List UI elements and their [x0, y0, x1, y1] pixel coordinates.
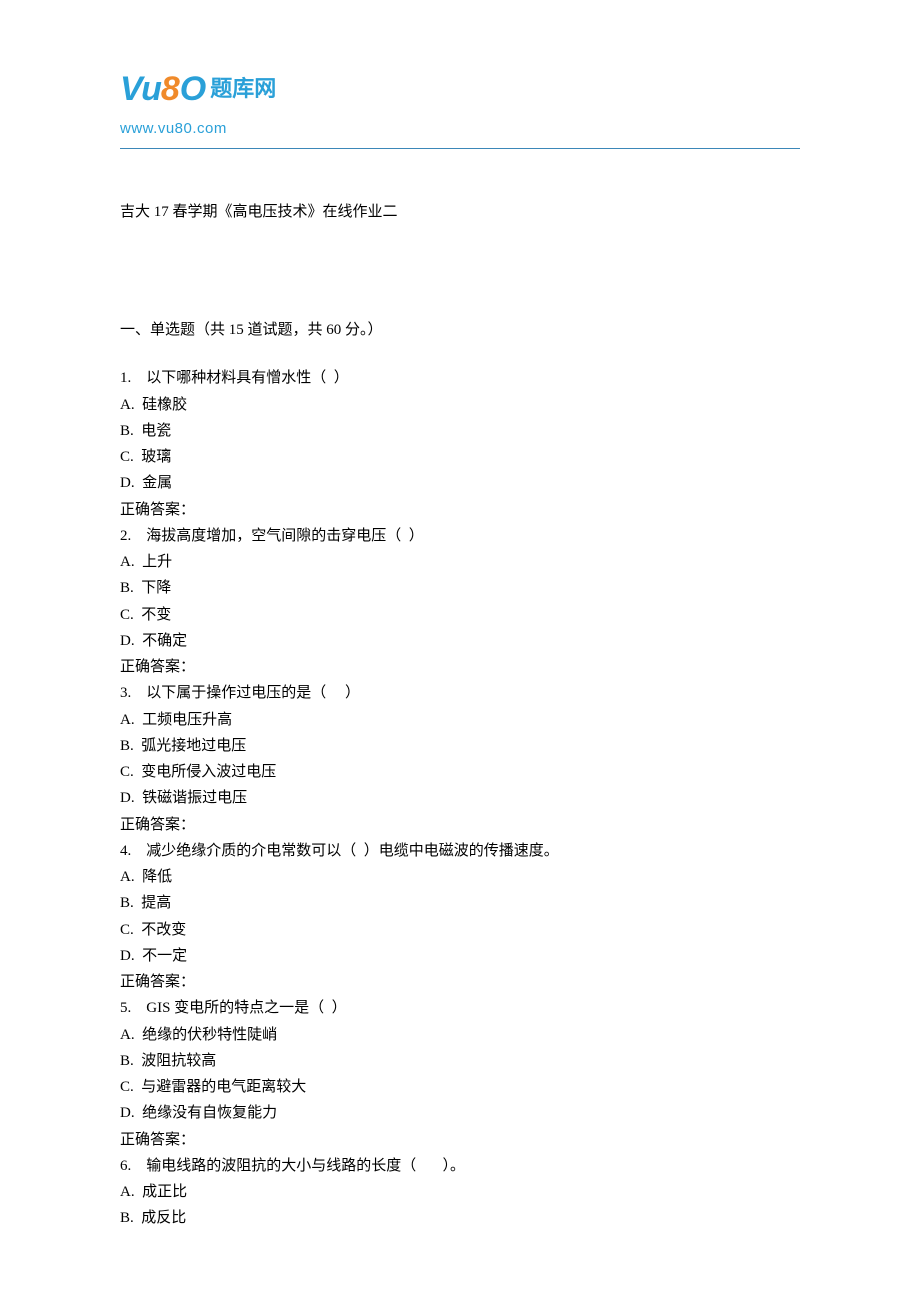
- option: C. 不改变: [120, 917, 800, 943]
- question-stem: 3. 以下属于操作过电压的是（ ）: [120, 680, 800, 706]
- question-5: 5. GIS 变电所的特点之一是（ ） A. 绝缘的伏秒特性陡峭 B. 波阻抗较…: [120, 995, 800, 1153]
- option: C. 变电所侵入波过电压: [120, 759, 800, 785]
- option: D. 不确定: [120, 628, 800, 654]
- option: C. 玻璃: [120, 444, 800, 470]
- logo-text-8: 8: [161, 60, 180, 120]
- option: B. 电瓷: [120, 418, 800, 444]
- option: D. 不一定: [120, 943, 800, 969]
- logo-url: www.vu80.com: [120, 116, 800, 142]
- question-4: 4. 减少绝缘介质的介电常数可以（ ）电缆中电磁波的传播速度。 A. 降低 B.…: [120, 838, 800, 996]
- logo-block: Vu8O 题库网 www.vu80.com: [120, 60, 800, 142]
- option: A. 上升: [120, 549, 800, 575]
- document-page: Vu8O 题库网 www.vu80.com 吉大 17 春学期《高电压技术》在线…: [0, 0, 920, 1272]
- option: C. 不变: [120, 602, 800, 628]
- logo-text-o: O: [180, 60, 206, 120]
- option: A. 工频电压升高: [120, 707, 800, 733]
- questions-container: 1. 以下哪种材料具有憎水性（ ） A. 硅橡胶 B. 电瓷 C. 玻璃 D. …: [120, 365, 800, 1231]
- option: A. 降低: [120, 864, 800, 890]
- logo-row: Vu8O 题库网: [120, 60, 800, 120]
- logo-text-vu: Vu: [120, 60, 161, 120]
- answer-label: 正确答案：: [120, 497, 800, 523]
- section-header: 一、单选题（共 15 道试题，共 60 分。）: [120, 317, 800, 343]
- option: A. 硅橡胶: [120, 392, 800, 418]
- option: D. 绝缘没有自恢复能力: [120, 1100, 800, 1126]
- answer-label: 正确答案：: [120, 969, 800, 995]
- option: B. 成反比: [120, 1205, 800, 1231]
- option: B. 波阻抗较高: [120, 1048, 800, 1074]
- question-stem: 5. GIS 变电所的特点之一是（ ）: [120, 995, 800, 1021]
- answer-label: 正确答案：: [120, 1127, 800, 1153]
- question-3: 3. 以下属于操作过电压的是（ ） A. 工频电压升高 B. 弧光接地过电压 C…: [120, 680, 800, 838]
- question-2: 2. 海拔高度增加，空气间隙的击穿电压（ ） A. 上升 B. 下降 C. 不变…: [120, 523, 800, 681]
- divider: [120, 148, 800, 149]
- option: A. 成正比: [120, 1179, 800, 1205]
- document-title: 吉大 17 春学期《高电压技术》在线作业二: [120, 199, 800, 225]
- option: B. 弧光接地过电压: [120, 733, 800, 759]
- option: D. 金属: [120, 470, 800, 496]
- option: C. 与避雷器的电气距离较大: [120, 1074, 800, 1100]
- answer-label: 正确答案：: [120, 812, 800, 838]
- question-stem: 4. 减少绝缘介质的介电常数可以（ ）电缆中电磁波的传播速度。: [120, 838, 800, 864]
- question-6: 6. 输电线路的波阻抗的大小与线路的长度（ ）。 A. 成正比 B. 成反比: [120, 1153, 800, 1232]
- answer-label: 正确答案：: [120, 654, 800, 680]
- question-stem: 6. 输电线路的波阻抗的大小与线路的长度（ ）。: [120, 1153, 800, 1179]
- question-stem: 1. 以下哪种材料具有憎水性（ ）: [120, 365, 800, 391]
- option: D. 铁磁谐振过电压: [120, 785, 800, 811]
- option: A. 绝缘的伏秒特性陡峭: [120, 1022, 800, 1048]
- option: B. 下降: [120, 575, 800, 601]
- question-stem: 2. 海拔高度增加，空气间隙的击穿电压（ ）: [120, 523, 800, 549]
- option: B. 提高: [120, 890, 800, 916]
- logo-text-cn: 题库网: [210, 70, 276, 109]
- question-1: 1. 以下哪种材料具有憎水性（ ） A. 硅橡胶 B. 电瓷 C. 玻璃 D. …: [120, 365, 800, 523]
